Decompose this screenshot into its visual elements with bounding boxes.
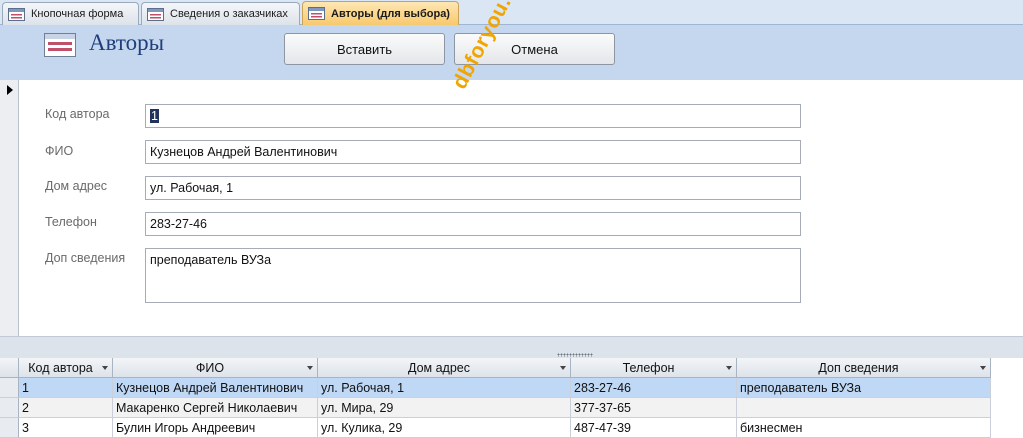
tab-label: Кнопочная форма (31, 8, 124, 20)
tab-label: Авторы (для выбора) (331, 7, 450, 20)
table-cell[interactable]: 3 (19, 418, 113, 438)
splitter-grip-icon[interactable] (557, 353, 593, 357)
extra-info-label: Доп сведения (45, 251, 126, 265)
column-header-label: Дом адрес (407, 360, 471, 375)
column-header-label: Телефон (622, 360, 675, 375)
table-cell[interactable]: Макаренко Сергей Николаевич (113, 398, 318, 418)
full-name-value: Кузнецов Андрей Валентинович (150, 145, 338, 159)
form-icon (8, 7, 25, 21)
table-cell[interactable]: ул. Мира, 29 (318, 398, 571, 418)
row-selector[interactable] (0, 398, 19, 418)
tab-authors-select[interactable]: Авторы (для выбора) (302, 1, 459, 25)
column-header-label: ФИО (195, 360, 225, 375)
phone-label: Телефон (45, 215, 97, 229)
author-code-label: Код автора (45, 107, 110, 121)
dropdown-arrow-icon[interactable] (560, 366, 566, 370)
form-detail: Код автора 1 ФИО Кузнецов Андрей Валенти… (19, 80, 1023, 336)
table-cell[interactable]: Кузнецов Андрей Валентинович (113, 378, 318, 398)
table-cell[interactable]: ул. Кулика, 29 (318, 418, 571, 438)
table-cell[interactable]: 487-47-39 (571, 418, 737, 438)
select-all-cell[interactable] (0, 358, 19, 378)
author-code-value: 1 (150, 109, 159, 123)
full-name-label: ФИО (45, 144, 74, 158)
row-selector[interactable] (0, 418, 19, 438)
column-header-extra-info[interactable]: Доп сведения (737, 358, 991, 378)
table-cell[interactable]: 1 (19, 378, 113, 398)
split-form-splitter[interactable] (0, 336, 1023, 358)
column-header-home-address[interactable]: Дом адрес (318, 358, 571, 378)
row-selector[interactable] (0, 378, 19, 398)
table-cell[interactable]: бизнесмен (737, 418, 991, 438)
dropdown-arrow-icon[interactable] (980, 366, 986, 370)
table-cell[interactable]: преподаватель ВУЗа (737, 378, 991, 398)
table-cell[interactable]: Булин Игорь Андреевич (113, 418, 318, 438)
dropdown-arrow-icon[interactable] (102, 366, 108, 370)
column-header-phone[interactable]: Телефон (571, 358, 737, 378)
column-header-label: Доп сведения (818, 360, 899, 375)
extra-info-field[interactable]: преподаватель ВУЗа (145, 248, 801, 303)
tab-label: Сведения о заказчиках (170, 8, 288, 20)
column-header-label: Код автора (28, 360, 93, 375)
table-cell[interactable]: 377-37-65 (571, 398, 737, 418)
phone-value: 283-27-46 (150, 217, 207, 231)
extra-info-value: преподаватель ВУЗа (150, 253, 272, 267)
phone-field[interactable]: 283-27-46 (145, 212, 801, 236)
table-cell[interactable]: 2 (19, 398, 113, 418)
table-cell[interactable]: ул. Рабочая, 1 (318, 378, 571, 398)
dropdown-arrow-icon[interactable] (307, 366, 313, 370)
form-header: Авторы Вставить Отмена (0, 25, 1023, 80)
insert-button[interactable]: Вставить (284, 33, 445, 65)
form-icon (308, 7, 325, 20)
form-icon (44, 33, 76, 57)
author-code-field[interactable]: 1 (145, 104, 801, 128)
record-selector[interactable] (0, 80, 19, 336)
dropdown-arrow-icon[interactable] (726, 366, 732, 370)
home-address-label: Дом адрес (45, 179, 108, 193)
tab-customer-info[interactable]: Сведения о заказчиках (141, 2, 300, 25)
current-record-arrow-icon (7, 85, 13, 95)
datasheet: Код автора ФИО Дом адрес Телефон Доп све… (0, 358, 1023, 438)
tab-switchboard-form[interactable]: Кнопочная форма (2, 2, 139, 25)
table-cell[interactable] (737, 398, 991, 418)
form-icon (147, 7, 164, 21)
full-name-field[interactable]: Кузнецов Андрей Валентинович (145, 140, 801, 164)
home-address-field[interactable]: ул. Рабочая, 1 (145, 176, 801, 200)
column-header-full-name[interactable]: ФИО (113, 358, 318, 378)
home-address-value: ул. Рабочая, 1 (150, 181, 234, 195)
form-title: Авторы (89, 30, 165, 55)
column-header-author-code[interactable]: Код автора (19, 358, 113, 378)
table-cell[interactable]: 283-27-46 (571, 378, 737, 398)
